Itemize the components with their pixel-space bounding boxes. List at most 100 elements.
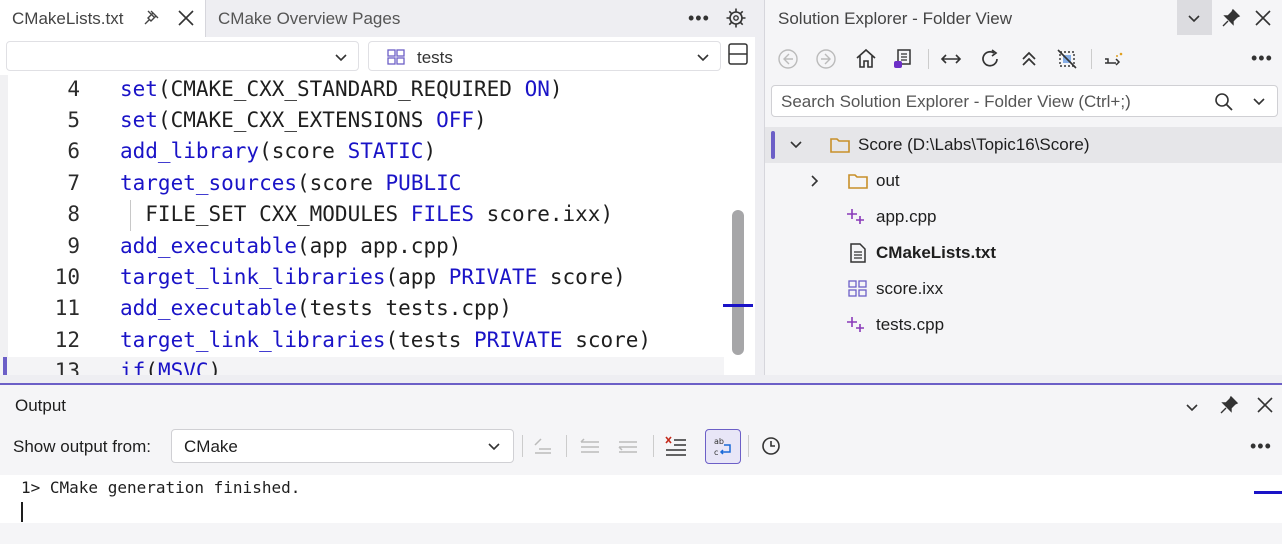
sync-with-document-icon[interactable]: [939, 47, 963, 71]
code-text: target_link_libraries(app PRIVATE score): [120, 265, 626, 289]
word-wrap-icon: ab c: [714, 437, 731, 457]
home-icon[interactable]: [854, 47, 878, 71]
toolbar-separator: [928, 49, 929, 69]
module-icon: [387, 49, 405, 65]
find-message-in-code-icon[interactable]: [531, 434, 555, 458]
tree-item-cmakelists[interactable]: CMakeLists.txt: [765, 235, 1282, 271]
chevron-down-icon[interactable]: [1184, 399, 1200, 415]
code-keyword: PRIVATE: [448, 265, 538, 289]
back-icon[interactable]: [776, 47, 800, 71]
code-line[interactable]: 11 add_executable(tests tests.cpp): [0, 294, 724, 325]
chevron-down-icon[interactable]: [789, 138, 803, 152]
current-line-marker: [3, 357, 7, 375]
code-token: score.ixx): [474, 202, 614, 226]
pin-icon[interactable]: [142, 9, 160, 27]
code-keyword: add_library: [120, 139, 260, 163]
target-label: tests: [417, 48, 453, 67]
code-keyword: PUBLIC: [385, 171, 462, 195]
close-icon[interactable]: [176, 8, 196, 28]
switch-views-icon[interactable]: [891, 47, 915, 71]
tree-item-out-folder[interactable]: out: [765, 163, 1282, 199]
code-line[interactable]: 4 set(CMAKE_CXX_STANDARD_REQUIRED ON): [0, 75, 724, 106]
code-line[interactable]: 7 target_sources(score PUBLIC: [0, 169, 724, 200]
line-number: 6: [67, 139, 80, 163]
code-token: (CMAKE_CXX_EXTENSIONS: [157, 108, 437, 132]
target-dropdown[interactable]: tests: [368, 41, 721, 71]
chevron-down-icon: [1188, 15, 1200, 23]
forward-icon[interactable]: [814, 47, 838, 71]
code-text: set(CMAKE_CXX_STANDARD_REQUIRED ON): [120, 77, 563, 101]
module-file-icon: [848, 280, 867, 297]
code-text: if(MSVC): [120, 359, 221, 375]
code-text: FILE_SET CXX_MODULES FILES score.ixx): [120, 202, 613, 226]
line-number: 5: [67, 108, 80, 132]
tree-item-score-ixx[interactable]: score.ixx: [765, 271, 1282, 307]
panel-title: Output: [15, 396, 67, 415]
code-token: (score: [297, 171, 386, 195]
gear-icon[interactable]: [725, 7, 747, 29]
toggle-word-wrap-button[interactable]: ab c: [705, 429, 741, 464]
code-token: ): [423, 139, 437, 163]
tree-item-score-folder[interactable]: Score (D:\Labs\Topic16\Score): [765, 127, 1282, 163]
code-token: (tests: [385, 328, 475, 352]
line-number: 4: [67, 77, 80, 101]
line-number: 7: [67, 171, 80, 195]
solution-search-input[interactable]: Search Solution Explorer - Folder View (…: [771, 85, 1278, 117]
line-number: 9: [67, 234, 80, 258]
more-options-icon[interactable]: •••: [688, 8, 710, 29]
window-position-button[interactable]: [1177, 0, 1212, 35]
code-editor[interactable]: 4 set(CMAKE_CXX_STANDARD_REQUIRED ON) 5 set…: [0, 75, 755, 375]
output-text-area[interactable]: 1> CMake generation finished.: [0, 475, 1282, 523]
code-line[interactable]: 9 add_executable(app app.cpp): [0, 232, 724, 263]
code-token: score): [562, 328, 652, 352]
tree-item-label: out: [876, 171, 900, 190]
solution-explorer: Solution Explorer - Folder View ••• Sear…: [764, 0, 1282, 375]
tab-cmake-overview[interactable]: CMake Overview Pages: [207, 0, 400, 37]
code-keyword: set: [120, 108, 158, 132]
code-keyword: target_link_libraries: [120, 265, 386, 289]
code-line[interactable]: 8 FILE_SET CXX_MODULES FILES score.ixx): [0, 200, 724, 231]
more-options-icon[interactable]: •••: [1250, 436, 1272, 457]
show-all-files-icon[interactable]: [1055, 47, 1079, 71]
pin-icon[interactable]: [1221, 8, 1241, 28]
chevron-right-icon[interactable]: [808, 174, 822, 188]
tree-item-tests-cpp[interactable]: tests.cpp: [765, 307, 1282, 343]
more-options-icon[interactable]: •••: [1251, 48, 1273, 69]
scope-dropdown[interactable]: [6, 41, 359, 71]
tab-cmakelists[interactable]: CMakeLists.txt: [0, 0, 206, 37]
preview-selected-items-icon[interactable]: [1102, 47, 1126, 71]
text-caret: [21, 502, 23, 522]
code-token: (app app.cpp): [297, 234, 462, 258]
code-keyword: target_link_libraries: [120, 328, 386, 352]
ide-window: CMakeLists.txt CMake Overview Pages ••• …: [0, 0, 1282, 544]
chevron-down-icon: [335, 54, 347, 62]
code-token: ): [474, 108, 487, 132]
code-line[interactable]: 13 if(MSVC): [0, 357, 724, 375]
close-icon[interactable]: [1252, 7, 1274, 29]
clock-icon[interactable]: [759, 434, 783, 458]
close-icon[interactable]: [1254, 394, 1276, 416]
code-line[interactable]: 6 add_library(score STATIC): [0, 137, 724, 168]
toolbar-separator: [522, 435, 523, 457]
pin-icon[interactable]: [1219, 395, 1239, 415]
tree-item-app-cpp[interactable]: app.cpp: [765, 199, 1282, 235]
chevron-down-icon[interactable]: [1252, 95, 1266, 109]
code-line[interactable]: 12 target_link_libraries(tests PRIVATE sc…: [0, 326, 724, 357]
vertical-scrollbar-thumb[interactable]: [732, 210, 744, 355]
code-keyword: add_executable: [120, 234, 298, 258]
code-line[interactable]: 5 set(CMAKE_CXX_EXTENSIONS OFF): [0, 106, 724, 137]
code-line[interactable]: 10 target_link_libraries(app PRIVATE scor…: [0, 263, 724, 294]
scrollbar-caret-marker: [723, 304, 753, 307]
toolbar-separator: [653, 435, 654, 457]
collapse-all-icon[interactable]: [1017, 47, 1041, 71]
go-to-next-message-icon[interactable]: [616, 434, 640, 458]
tab-label: CMake Overview Pages: [218, 8, 401, 28]
clear-all-icon[interactable]: [664, 434, 688, 458]
search-icon[interactable]: [1214, 92, 1234, 112]
solution-explorer-toolbar: •••: [765, 41, 1282, 77]
split-window-icon[interactable]: [727, 42, 749, 66]
code-keyword: add_executable: [120, 296, 298, 320]
refresh-icon[interactable]: [978, 47, 1002, 71]
output-source-select[interactable]: CMake: [171, 429, 514, 463]
go-to-previous-message-icon[interactable]: [578, 434, 602, 458]
